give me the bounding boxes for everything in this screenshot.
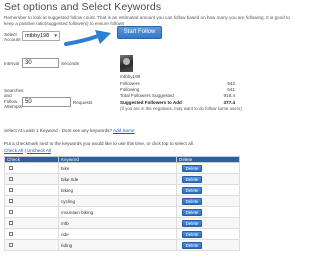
chevron-down-icon: ▼: [53, 33, 58, 38]
keyword-cell: mountain biking: [58, 206, 177, 218]
check-cell: [4, 162, 59, 174]
delete-cell: Delete: [176, 217, 240, 229]
keyword-cell: mtb: [58, 217, 177, 229]
delete-button[interactable]: Delete: [182, 230, 202, 238]
delete-button[interactable]: Delete: [182, 208, 202, 216]
check-cell: [4, 184, 59, 196]
searches-unit: Requests: [73, 100, 93, 105]
page-title: Set options and Select Keywords: [4, 1, 162, 13]
check-links: Check All | Uncheck All: [4, 148, 51, 153]
table-row: mountain biking Delete: [4, 206, 240, 218]
delete-cell: Delete: [176, 239, 240, 251]
keywords-table: Check Keyword Delete bike Delete bike ri…: [4, 156, 240, 251]
table-row: bike Delete: [4, 162, 240, 174]
interval-input[interactable]: 30: [22, 58, 59, 68]
keyword-checkbox[interactable]: [9, 209, 13, 214]
link-separator: |: [24, 148, 26, 153]
delete-cell: Delete: [176, 162, 240, 174]
table-row: ride Delete: [4, 228, 240, 240]
table-row: cycling Delete: [4, 195, 240, 207]
searches-input[interactable]: 50: [22, 97, 71, 107]
check-cell: [4, 195, 59, 207]
interval-unit: Seconds: [61, 61, 79, 66]
suggested-label: Suggested Followers to Add: [120, 99, 182, 105]
keyword-checkbox[interactable]: [9, 198, 13, 203]
delete-button[interactable]: Delete: [182, 241, 202, 249]
suggested-note: (If you are in the negatives, may want t…: [120, 105, 242, 111]
account-select[interactable]: mtbby198 ▼: [22, 31, 60, 41]
table-row: mtb Delete: [4, 217, 240, 229]
keyword-cell: bike ride: [58, 173, 177, 185]
check-cell: [4, 228, 59, 240]
check-cell: [4, 217, 59, 229]
delete-button[interactable]: Delete: [182, 175, 202, 183]
keyword-checkbox[interactable]: [9, 187, 13, 192]
profile-stats: Followers 942 Following 541 Total Follow…: [120, 81, 290, 112]
add-keywords-link[interactable]: Add Some: [113, 128, 134, 133]
account-label: Select Account: [4, 32, 21, 43]
check-cell: [4, 173, 59, 185]
delete-button[interactable]: Delete: [182, 197, 202, 205]
check-cell: [4, 206, 59, 218]
suggested-value: 377.4: [223, 99, 236, 105]
check-cell: [4, 239, 59, 251]
delete-cell: Delete: [176, 184, 240, 196]
uncheck-all-link[interactable]: Uncheck All: [27, 148, 51, 153]
arrow-icon: [64, 30, 111, 46]
delete-button[interactable]: Delete: [182, 219, 202, 227]
check-all-link[interactable]: Check All: [4, 148, 23, 153]
delete-cell: Delete: [176, 195, 240, 207]
delete-cell: Delete: [176, 173, 240, 185]
delete-cell: Delete: [176, 206, 240, 218]
keywords-heading-text: Select At Least 1 Keyword - Dont see any…: [4, 128, 113, 133]
keyword-cell: biking: [58, 184, 177, 196]
table-row: biking Delete: [4, 184, 240, 196]
keywords-heading: Select At Least 1 Keyword - Dont see any…: [4, 128, 135, 133]
keyword-checkbox[interactable]: [9, 242, 13, 247]
keyword-cell: ride: [58, 228, 177, 240]
interval-label: Interval: [4, 61, 20, 66]
avatar: [120, 55, 133, 72]
keyword-cell: cycling: [58, 195, 177, 207]
keyword-checkbox[interactable]: [9, 220, 13, 225]
keyword-checkbox[interactable]: [9, 165, 13, 170]
searches-label: Searches and Follow Attempts: [4, 88, 24, 110]
delete-cell: Delete: [176, 228, 240, 240]
start-follow-button[interactable]: Start Follow: [117, 26, 162, 39]
keywords-table-body: bike Delete bike ride Delete biking Dele…: [4, 162, 240, 251]
table-row: riding Delete: [4, 239, 240, 251]
keyword-cell: riding: [58, 239, 177, 251]
keyword-cell: bike: [58, 162, 177, 174]
keywords-instructions: Put a checkmark next to the keywords you…: [4, 141, 194, 146]
delete-button[interactable]: Delete: [182, 164, 202, 172]
keyword-checkbox[interactable]: [9, 176, 13, 181]
delete-button[interactable]: Delete: [182, 186, 202, 194]
profile-username: mtbby198: [120, 74, 141, 79]
keyword-checkbox[interactable]: [9, 231, 13, 236]
table-row: bike ride Delete: [4, 173, 240, 185]
account-select-value: mtbby198: [25, 33, 50, 39]
